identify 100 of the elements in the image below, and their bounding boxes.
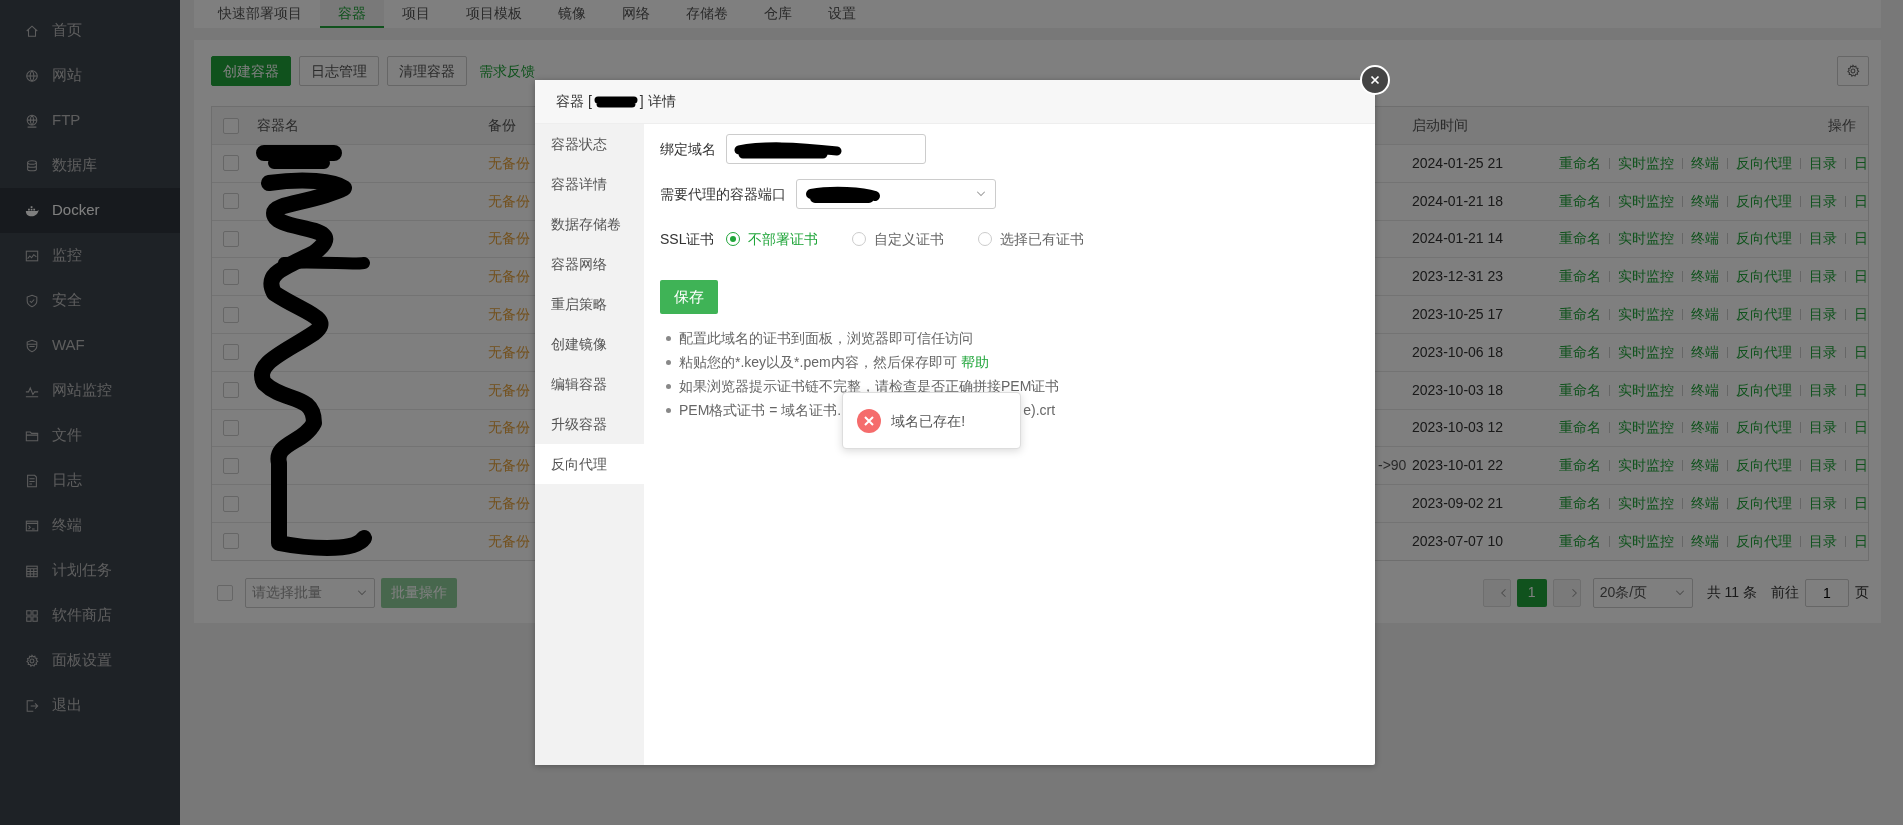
action-link[interactable]: 实时监控	[1618, 379, 1674, 401]
radio-label[interactable]: 不部署证书	[748, 228, 819, 250]
tab[interactable]: 容器	[320, 0, 384, 28]
modal-nav-item[interactable]: 容器状态	[535, 124, 644, 164]
page-size-select[interactable]: 20条/页	[1592, 577, 1693, 608]
tab[interactable]: 项目	[384, 0, 448, 28]
action-link[interactable]: 反向代理	[1736, 341, 1792, 363]
action-link[interactable]: 目录	[1809, 228, 1837, 250]
action-link[interactable]: 目录	[1809, 152, 1837, 174]
sidebar-item[interactable]: 监控	[0, 233, 180, 278]
action-link[interactable]: 终端	[1691, 417, 1719, 439]
action-link[interactable]: 反向代理	[1736, 190, 1792, 212]
action-link[interactable]: 反向代理	[1736, 530, 1792, 552]
action-link[interactable]: 目录	[1809, 493, 1837, 515]
action-link[interactable]: 目录	[1809, 417, 1837, 439]
action-link[interactable]: 终端	[1691, 228, 1719, 250]
tab[interactable]: 存储卷	[668, 0, 746, 28]
previous-page-button[interactable]	[1482, 578, 1511, 607]
action-link[interactable]: 终端	[1691, 190, 1719, 212]
toolbar-button[interactable]: 日志管理	[299, 56, 379, 86]
row-checkbox[interactable]	[223, 382, 239, 399]
radio-label[interactable]: 选择已有证书	[1000, 228, 1085, 250]
tab[interactable]: 仓库	[746, 0, 810, 28]
tab[interactable]: 快速部署项目	[200, 0, 320, 28]
row-checkbox[interactable]	[223, 344, 239, 361]
sidebar-item[interactable]: 文件	[0, 413, 180, 458]
sidebar-item[interactable]: 终端	[0, 503, 180, 548]
action-link[interactable]: 终端	[1691, 493, 1719, 515]
action-link[interactable]: 目录	[1809, 266, 1837, 288]
action-link[interactable]: 重命名	[1559, 266, 1601, 288]
action-link[interactable]: 实时监控	[1618, 341, 1674, 363]
action-link[interactable]: 重命名	[1559, 304, 1601, 326]
row-checkbox[interactable]	[223, 306, 239, 323]
tab[interactable]: 镜像	[540, 0, 604, 28]
action-link[interactable]: 反向代理	[1736, 417, 1792, 439]
action-link[interactable]: 日	[1854, 530, 1868, 552]
modal-nav-item[interactable]: 编辑容器	[535, 364, 644, 404]
sidebar-item[interactable]: 退出	[0, 683, 180, 728]
modal-nav-item[interactable]: 数据存储卷	[535, 204, 644, 244]
action-link[interactable]: 终端	[1691, 455, 1719, 477]
action-link[interactable]: 实时监控	[1618, 152, 1674, 174]
action-link[interactable]: 日	[1854, 341, 1868, 363]
action-link[interactable]: 目录	[1809, 455, 1837, 477]
action-link[interactable]: 反向代理	[1736, 493, 1792, 515]
row-checkbox[interactable]	[223, 457, 239, 474]
action-link[interactable]: 实时监控	[1618, 455, 1674, 477]
action-link[interactable]: 重命名	[1559, 417, 1601, 439]
row-checkbox[interactable]	[223, 268, 239, 285]
sidebar-item[interactable]: 面板设置	[0, 638, 180, 683]
sidebar-item[interactable]: Docker	[0, 188, 180, 233]
action-link[interactable]: 终端	[1691, 379, 1719, 401]
page-input[interactable]: 1	[1805, 578, 1849, 607]
row-checkbox[interactable]	[223, 193, 239, 210]
action-link[interactable]: 重命名	[1559, 379, 1601, 401]
action-link[interactable]: 反向代理	[1736, 304, 1792, 326]
sidebar-item[interactable]: FTP	[0, 98, 180, 143]
action-link[interactable]: 重命名	[1559, 341, 1601, 363]
action-link[interactable]: 日	[1854, 417, 1868, 439]
modal-nav-item[interactable]: 容器网络	[535, 244, 644, 284]
action-link[interactable]: 反向代理	[1736, 379, 1792, 401]
select-all-checkbox[interactable]	[223, 117, 239, 134]
action-link[interactable]: 日	[1854, 493, 1868, 515]
sidebar-item[interactable]: 计划任务	[0, 548, 180, 593]
action-link[interactable]: 日	[1854, 455, 1868, 477]
toolbar-button[interactable]: 创建容器	[211, 56, 291, 86]
action-link[interactable]: 重命名	[1559, 152, 1601, 174]
modal-nav-item[interactable]: 反向代理	[535, 444, 644, 484]
batch-checkbox[interactable]	[217, 584, 233, 601]
action-link[interactable]: 终端	[1691, 341, 1719, 363]
tab[interactable]: 网络	[604, 0, 668, 28]
action-link[interactable]: 实时监控	[1618, 190, 1674, 212]
action-link[interactable]: 重命名	[1559, 493, 1601, 515]
action-link[interactable]: 日	[1854, 190, 1868, 212]
action-link[interactable]: 终端	[1691, 304, 1719, 326]
tab[interactable]: 项目模板	[448, 0, 540, 28]
action-link[interactable]: 终端	[1691, 530, 1719, 552]
action-link[interactable]: 实时监控	[1618, 417, 1674, 439]
action-link[interactable]: 目录	[1809, 530, 1837, 552]
action-link[interactable]: 日	[1854, 266, 1868, 288]
tab[interactable]: 设置	[810, 0, 874, 28]
sidebar-item[interactable]: 网站监控	[0, 368, 180, 413]
action-link[interactable]: 目录	[1809, 379, 1837, 401]
domain-input-field[interactable]	[726, 134, 926, 164]
next-page-button[interactable]	[1552, 578, 1581, 607]
action-link[interactable]: 重命名	[1559, 190, 1601, 212]
action-link[interactable]: 实时监控	[1618, 493, 1674, 515]
action-link[interactable]: 日	[1854, 304, 1868, 326]
action-link[interactable]: 目录	[1809, 341, 1837, 363]
radio-label[interactable]: 自定义证书	[874, 228, 945, 250]
action-link[interactable]: 日	[1854, 228, 1868, 250]
port-select[interactable]	[796, 179, 996, 209]
action-link[interactable]: 重命名	[1559, 530, 1601, 552]
settings-button[interactable]	[1837, 56, 1869, 86]
modal-nav-item[interactable]: 容器详情	[535, 164, 644, 204]
row-checkbox[interactable]	[223, 155, 239, 172]
sidebar-item[interactable]: 安全	[0, 278, 180, 323]
action-link[interactable]: 实时监控	[1618, 304, 1674, 326]
feedback-link[interactable]: 需求反馈	[475, 60, 539, 82]
modal-nav-item[interactable]: 重启策略	[535, 284, 644, 324]
sidebar-item[interactable]: 首页	[0, 8, 180, 53]
